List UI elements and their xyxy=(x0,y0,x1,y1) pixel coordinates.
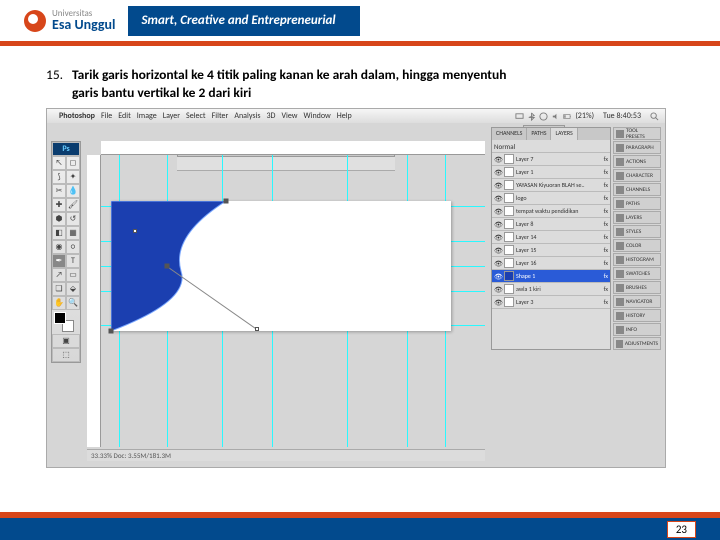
type-tool-icon[interactable]: T xyxy=(66,254,80,268)
volume-icon xyxy=(551,112,560,121)
history-brush-icon[interactable]: ↺ xyxy=(66,212,80,226)
visibility-icon: 👁 xyxy=(494,194,502,203)
panel-tab[interactable]: INFO xyxy=(613,323,661,336)
lasso-tool-icon[interactable]: ⟆ xyxy=(52,170,66,184)
ruler-vertical xyxy=(87,155,101,447)
tagline: Smart, Creative and Entrepreneurial xyxy=(128,6,360,36)
artboard xyxy=(111,201,451,331)
panel-tab[interactable]: ADJUSTMENTS xyxy=(613,337,661,350)
handle-point xyxy=(255,327,259,331)
blend-mode-row[interactable]: Normal xyxy=(492,140,610,153)
layer-row[interactable]: 👁tempat waktu pendidikanfx xyxy=(492,205,610,218)
anchor-point xyxy=(109,329,114,334)
canvas-area: Spanduk.psd @ 33.3% (Shape 1, RGB/8) xyxy=(87,141,485,447)
photoshop-screenshot: Photoshop FileEditImageLayerSelectFilter… xyxy=(46,108,666,468)
panel-tab[interactable]: ACTIONS xyxy=(613,155,661,168)
visibility-icon: 👁 xyxy=(494,272,502,281)
anchor-point xyxy=(224,199,229,204)
layer-row[interactable]: 👁Layer 14fx xyxy=(492,231,610,244)
slide-header: UniversitasEsa Unggul Smart, Creative an… xyxy=(0,0,720,46)
3d-cam-icon[interactable]: ⬙ xyxy=(66,282,80,296)
tools-panel: Ps ↖◻ ⟆✦ ✂💧 ✚🖌 ⬢↺ ◧▦ ◉○ ✒T ↗▭ ❏⬙ ✋🔍 ▣ ⬚ xyxy=(51,141,81,363)
hand-tool-icon[interactable]: ✋ xyxy=(52,296,66,310)
battery-icon xyxy=(563,112,572,121)
path-tool-icon[interactable]: ↗ xyxy=(52,268,66,282)
marquee-tool-icon[interactable]: ◻ xyxy=(66,156,80,170)
visibility-icon: 👁 xyxy=(494,233,502,242)
blur-tool-icon[interactable]: ◉ xyxy=(52,240,66,254)
anchor-point xyxy=(165,264,170,269)
collapsed-panels: TOOL PRESETSPARAGRAPHACTIONSCHARACTERCHA… xyxy=(613,127,661,350)
pen-tool-icon[interactable]: ✒ xyxy=(52,254,66,268)
handle-point xyxy=(133,229,137,233)
eraser-tool-icon[interactable]: ◧ xyxy=(52,226,66,240)
layer-row[interactable]: 👁Layer 16fx xyxy=(492,257,610,270)
university-name: UniversitasEsa Unggul xyxy=(52,9,116,32)
ps-icon: Ps xyxy=(52,142,80,156)
panel-tab[interactable]: PATHS xyxy=(613,197,661,210)
panel-tab[interactable]: COLOR xyxy=(613,239,661,252)
visibility-icon: 👁 xyxy=(494,298,502,307)
ruler-horizontal xyxy=(101,141,485,155)
layer-row[interactable]: 👁Shape 1fx xyxy=(492,270,610,283)
bluetooth-icon xyxy=(527,112,536,121)
logo-icon xyxy=(24,10,46,32)
layer-row[interactable]: 👁YAYASAN Kiyuoran BLAH se..fx xyxy=(492,179,610,192)
visibility-icon: 👁 xyxy=(494,259,502,268)
display-icon xyxy=(515,112,524,121)
options-bar xyxy=(177,157,395,171)
3d-tool-icon[interactable]: ❏ xyxy=(52,282,66,296)
panel-tabs[interactable]: CHANNELSPATHSLAYERS xyxy=(492,128,610,140)
layer-row[interactable]: 👁Layer 1fx xyxy=(492,166,610,179)
panel-tab[interactable]: HISTORY xyxy=(613,309,661,322)
layers-panel: CHANNELSPATHSLAYERS Normal 👁Layer 7fx👁La… xyxy=(491,127,611,350)
clock-icon xyxy=(539,112,548,121)
spotlight-icon xyxy=(650,112,659,121)
brush-tool-icon[interactable]: 🖌 xyxy=(66,198,80,212)
panel-tab[interactable]: PARAGRAPH xyxy=(613,141,661,154)
panel-tab[interactable]: SWATCHES xyxy=(613,267,661,280)
shape-tool-icon[interactable]: ▭ xyxy=(66,268,80,282)
panel-tab[interactable]: CHANNELS xyxy=(613,183,661,196)
stamp-tool-icon[interactable]: ⬢ xyxy=(52,212,66,226)
visibility-icon: 👁 xyxy=(494,285,502,294)
wand-tool-icon[interactable]: ✦ xyxy=(66,170,80,184)
color-swatch[interactable] xyxy=(52,310,80,334)
slide-footer: 23 xyxy=(0,512,720,540)
visibility-icon: 👁 xyxy=(494,155,502,164)
layer-row[interactable]: 👁awla 1 kirifx xyxy=(492,283,610,296)
zoom-tool-icon[interactable]: 🔍 xyxy=(66,296,80,310)
panel-tab[interactable]: NAVIGATOR xyxy=(613,295,661,308)
visibility-icon: 👁 xyxy=(494,220,502,229)
panel-tab[interactable]: LAYERS xyxy=(613,211,661,224)
panel-tab[interactable]: HISTOGRAM xyxy=(613,253,661,266)
dodge-tool-icon[interactable]: ○ xyxy=(66,240,80,254)
mac-menubar: Photoshop FileEditImageLayerSelectFilter… xyxy=(47,109,665,123)
heal-tool-icon[interactable]: ✚ xyxy=(52,198,66,212)
gradient-tool-icon[interactable]: ▦ xyxy=(66,226,80,240)
layer-row[interactable]: 👁logofx xyxy=(492,192,610,205)
status-bar: 33.33% Doc: 3.55M/181.3M xyxy=(87,449,485,461)
move-tool-icon[interactable]: ↖ xyxy=(52,156,66,170)
page-number: 23 xyxy=(667,521,696,538)
layer-row[interactable]: 👁Layer 15fx xyxy=(492,244,610,257)
visibility-icon: 👁 xyxy=(494,181,502,190)
layer-row[interactable]: 👁Layer 8fx xyxy=(492,218,610,231)
panel-tab[interactable]: TOOL PRESETS xyxy=(613,127,661,140)
layer-row[interactable]: 👁Layer 7fx xyxy=(492,153,610,166)
panel-tab[interactable]: BRUSHES xyxy=(613,281,661,294)
eyedropper-tool-icon[interactable]: 💧 xyxy=(66,184,80,198)
instruction-text: 15.Tarik garis horizontal ke 4 titik pal… xyxy=(46,66,674,102)
visibility-icon: 👁 xyxy=(494,207,502,216)
panel-tab[interactable]: CHARACTER xyxy=(613,169,661,182)
visibility-icon: 👁 xyxy=(494,246,502,255)
layer-row[interactable]: 👁Layer 3fx xyxy=(492,296,610,309)
screenmode-icon[interactable]: ⬚ xyxy=(52,348,80,362)
quickmask-icon[interactable]: ▣ xyxy=(52,334,80,348)
panel-tab[interactable]: STYLES xyxy=(613,225,661,238)
crop-tool-icon[interactable]: ✂ xyxy=(52,184,66,198)
visibility-icon: 👁 xyxy=(494,168,502,177)
